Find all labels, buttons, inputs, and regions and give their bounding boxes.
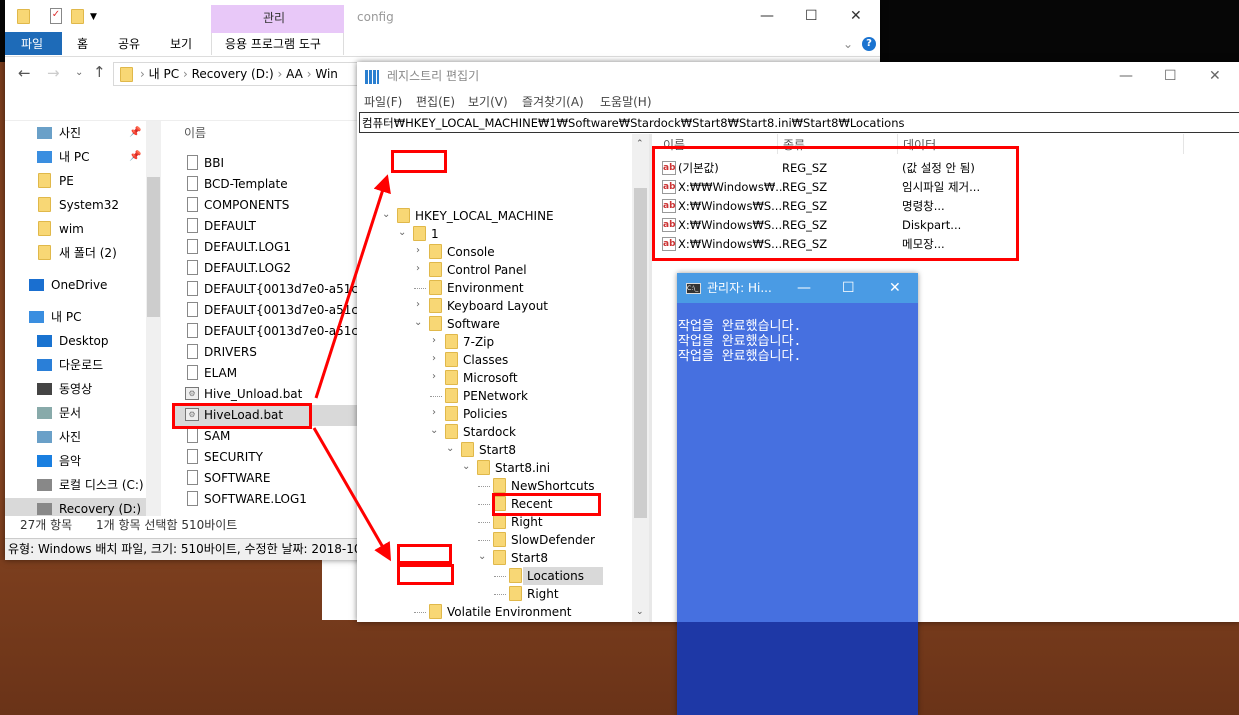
arrow-to-key-2-3 bbox=[312, 427, 392, 562]
arrow-to-key-1 bbox=[314, 174, 391, 399]
annotation-arrows bbox=[312, 174, 392, 562]
